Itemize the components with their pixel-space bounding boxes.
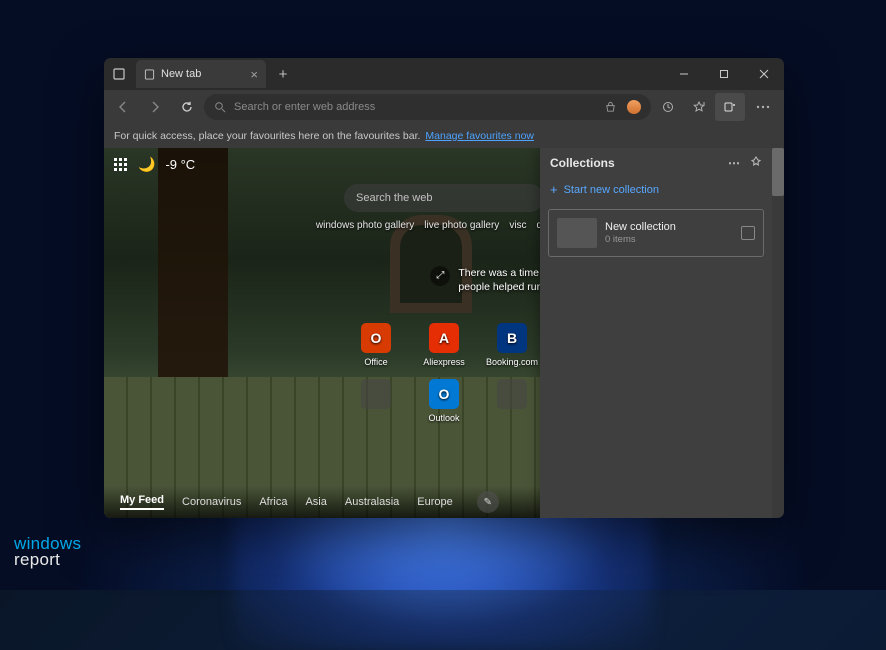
forward-button[interactable] [140, 93, 170, 121]
feed-tab[interactable]: My Feed [120, 494, 164, 510]
tile-icon [361, 379, 391, 409]
collections-more-button[interactable]: ⋯ [728, 156, 740, 170]
feed-tab[interactable]: Africa [259, 496, 287, 508]
close-window-button[interactable] [744, 58, 784, 90]
feed-edit-button[interactable]: ✎ [477, 491, 499, 513]
quick-link-tile[interactable]: A Aliexpress [417, 323, 471, 367]
tile-icon: A [429, 323, 459, 353]
start-new-collection-label: Start new collection [564, 184, 659, 196]
tile-label: Outlook [428, 413, 459, 423]
quick-link-tile[interactable] [349, 379, 403, 423]
story-line2: people helped run [458, 280, 542, 294]
toolbar: Search or enter web address [104, 90, 784, 124]
quick-links-grid: O Office A Aliexpress B Booking.com O Outlook [349, 323, 539, 423]
new-tab-button[interactable]: + [270, 61, 296, 87]
profile-icon[interactable] [627, 100, 641, 114]
minimize-button[interactable] [664, 58, 704, 90]
collections-panel: Collections ⋯ + Start new collection New… [540, 148, 772, 518]
vertical-scrollbar[interactable] [772, 148, 784, 518]
feed-tab[interactable]: Coronavirus [182, 496, 241, 508]
address-bar[interactable]: Search or enter web address [204, 94, 651, 120]
tile-label: Office [364, 357, 387, 367]
tab-actions-button[interactable] [104, 60, 134, 88]
manage-favorites-link[interactable]: Manage favourites now [425, 130, 534, 142]
feed-tab[interactable]: Europe [417, 496, 452, 508]
apps-grid-icon[interactable] [114, 158, 128, 172]
shopping-icon[interactable] [604, 101, 617, 114]
collection-item-title: New collection [605, 221, 676, 233]
tab-title: New tab [161, 68, 201, 80]
content-area: 🌙 -9 °C ⚙ Search the web windows photo g… [104, 148, 784, 518]
more-button[interactable] [746, 93, 780, 121]
tile-icon: B [497, 323, 527, 353]
favorites-button[interactable] [684, 93, 714, 121]
tile-icon [497, 379, 527, 409]
suggestion-item[interactable]: live photo gallery [424, 220, 499, 231]
story-line1: There was a time [458, 266, 542, 280]
collection-item-count: 0 items [605, 234, 676, 245]
collection-item[interactable]: New collection 0 items [548, 209, 764, 257]
tile-label: Booking.com [486, 357, 538, 367]
collections-title: Collections [550, 156, 615, 170]
weather-temp[interactable]: -9 °C [165, 157, 195, 172]
collection-thumbnail [557, 218, 597, 248]
ntp-search-placeholder: Search the web [356, 192, 432, 204]
tile-icon: O [361, 323, 391, 353]
tile-icon: O [429, 379, 459, 409]
start-new-collection-button[interactable]: + Start new collection [540, 178, 772, 205]
story-callout[interactable]: ⤢ There was a time people helped run [430, 266, 542, 294]
weather-icon[interactable]: 🌙 [138, 156, 155, 173]
plus-icon: + [550, 182, 558, 197]
quick-link-tile[interactable]: B Booking.com [485, 323, 539, 367]
quick-link-tile[interactable]: O Office [349, 323, 403, 367]
scrollbar-thumb[interactable] [772, 148, 784, 196]
ntp-top-bar: 🌙 -9 °C [114, 156, 195, 173]
watermark: windows report [14, 536, 81, 568]
close-tab-button[interactable]: × [250, 67, 258, 82]
page-icon [144, 69, 155, 80]
suggestion-item[interactable]: visc [509, 220, 526, 231]
browser-window: New tab × + Search or enter web address [104, 58, 784, 518]
back-button[interactable] [108, 93, 138, 121]
ntp-search-box[interactable]: Search the web [344, 184, 544, 212]
feed-tab[interactable]: Australasia [345, 496, 399, 508]
feed-tab[interactable]: Asia [305, 496, 326, 508]
collections-button[interactable] [715, 93, 745, 121]
watermark-line2: report [14, 552, 81, 568]
collection-checkbox[interactable] [741, 226, 755, 240]
favbar-text: For quick access, place your favourites … [114, 130, 420, 142]
address-placeholder: Search or enter web address [234, 101, 375, 113]
suggestion-item[interactable]: windows photo gallery [316, 220, 414, 231]
refresh-button[interactable] [172, 93, 202, 121]
maximize-button[interactable] [704, 58, 744, 90]
browser-tab[interactable]: New tab × [136, 60, 266, 88]
quick-link-tile[interactable] [485, 379, 539, 423]
favorites-bar: For quick access, place your favourites … [104, 124, 784, 148]
extensions-button[interactable] [653, 93, 683, 121]
search-suggestions: windows photo gallery live photo gallery v… [316, 220, 572, 231]
story-expand-icon[interactable]: ⤢ [430, 266, 450, 286]
titlebar: New tab × + [104, 58, 784, 90]
tile-label: Aliexpress [423, 357, 465, 367]
quick-link-tile[interactable]: O Outlook [417, 379, 471, 423]
collections-pin-button[interactable] [750, 156, 762, 170]
search-icon [214, 101, 226, 113]
